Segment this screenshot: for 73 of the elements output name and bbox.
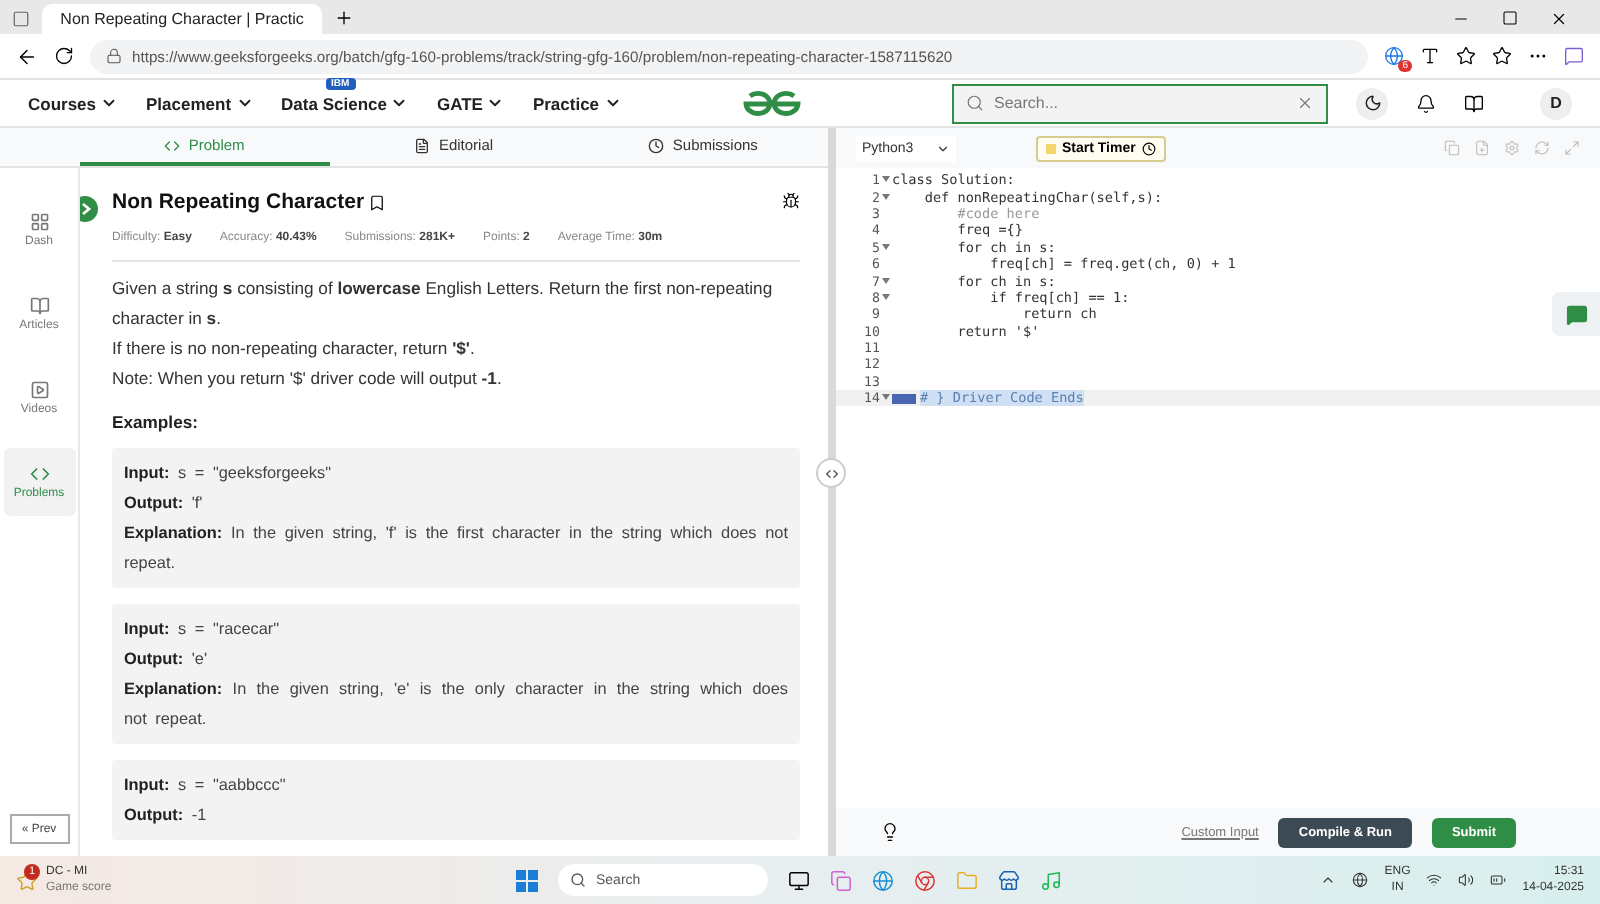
- lock-icon: [106, 48, 122, 64]
- gfg-logo: [740, 89, 804, 117]
- description-text: Given a string s consisting of lowercase English Letters. Return the first non-repeating character in s.: [112, 276, 775, 332]
- chevron-down-icon: [936, 141, 950, 155]
- store-icon[interactable]: [998, 869, 1020, 891]
- book-icon: [29, 296, 49, 316]
- chevron-up-icon[interactable]: [1320, 872, 1337, 888]
- theme-toggle[interactable]: [1356, 87, 1388, 119]
- fold-arrow-icon[interactable]: [882, 193, 890, 200]
- chevron-down-icon: [486, 94, 505, 112]
- volume-icon: [1458, 872, 1475, 888]
- fold-arrow-icon[interactable]: [882, 394, 890, 401]
- resize-handle[interactable]: [816, 458, 846, 488]
- new-tab-icon[interactable]: [334, 8, 354, 28]
- search-icon: [966, 94, 984, 112]
- clock-icon: [1141, 141, 1156, 155]
- chat-button[interactable]: [1552, 292, 1600, 336]
- tab-title: Non Repeating Character | Practic: [60, 10, 304, 28]
- example-line: Explanation: In the given string, 'e' is the only character in the string which does not repeat.: [124, 678, 788, 732]
- nav-menu[interactable]: GATE: [436, 93, 505, 113]
- bug-icon[interactable]: [782, 192, 800, 210]
- clear-icon[interactable]: [1296, 94, 1314, 112]
- favorite-icon[interactable]: [1456, 46, 1476, 66]
- description-text: If there is no non-repeating character, return '$'.: [112, 336, 477, 362]
- resize-icon: [823, 465, 839, 481]
- bookmark-icon[interactable]: [368, 193, 387, 211]
- wifi-icon: [1426, 872, 1443, 888]
- chevron-down-icon: [390, 94, 409, 112]
- back-icon[interactable]: [16, 45, 38, 67]
- code-icon: [164, 137, 181, 153]
- clock-icon: [648, 137, 665, 153]
- video-icon: [29, 380, 49, 400]
- fold-arrow-icon[interactable]: [882, 176, 890, 183]
- bell-icon[interactable]: [1416, 93, 1436, 113]
- browser-tab[interactable]: Non Repeating Character | Practic: [42, 4, 322, 34]
- lightbulb-icon[interactable]: [880, 822, 900, 842]
- code-icon: [29, 464, 49, 484]
- example-line: Input: s = "aabbccc": [124, 774, 288, 798]
- search-icon: [570, 872, 586, 888]
- chevron-right-icon: [80, 202, 91, 216]
- document-icon: [414, 137, 431, 153]
- example-line: Input: s = "geeksforgeeks": [124, 462, 334, 486]
- chevron-down-icon: [603, 94, 622, 112]
- windows-icon[interactable]: [516, 869, 538, 891]
- moon-icon: [1363, 94, 1381, 112]
- fold-arrow-icon[interactable]: [882, 277, 890, 284]
- description-text: Note: When you return '$' driver code will output -1.: [112, 366, 504, 392]
- example-line: Output: 'f': [124, 492, 205, 516]
- example-line: Output: -1: [124, 804, 209, 828]
- battery-icon: [1490, 872, 1507, 888]
- fold-arrow-icon[interactable]: [882, 243, 890, 250]
- search-placeholder: Search...: [994, 94, 1061, 112]
- fold-arrow-icon[interactable]: [882, 293, 890, 300]
- nav-menu[interactable]: Placement: [146, 93, 254, 113]
- example-line: Output: 'e': [124, 648, 210, 672]
- reload-icon[interactable]: [54, 46, 74, 66]
- problem-title: Non Repeating Character: [112, 190, 365, 214]
- fold-marker-icon: [892, 393, 916, 404]
- network-icon[interactable]: [1352, 872, 1369, 888]
- example-line: Explanation: In the given string, 'f' is the first character in the string which does not repeat.: [124, 522, 788, 576]
- chevron-down-icon: [235, 94, 254, 112]
- examples-heading: Examples:: [112, 412, 200, 432]
- grid-icon: [29, 212, 49, 232]
- close-icon[interactable]: [1550, 10, 1568, 28]
- chevron-down-icon: [100, 94, 119, 112]
- maximize-icon[interactable]: [1502, 10, 1518, 26]
- example-line: Input: s = "racecar": [124, 618, 282, 642]
- nav-menu[interactable]: Courses: [28, 93, 119, 113]
- chrome-icon[interactable]: [914, 869, 936, 891]
- nav-menu[interactable]: Practice: [532, 93, 622, 113]
- search-field[interactable]: Search...: [952, 83, 1328, 123]
- avatar[interactable]: D: [1540, 87, 1572, 119]
- chat-icon: [1565, 303, 1587, 325]
